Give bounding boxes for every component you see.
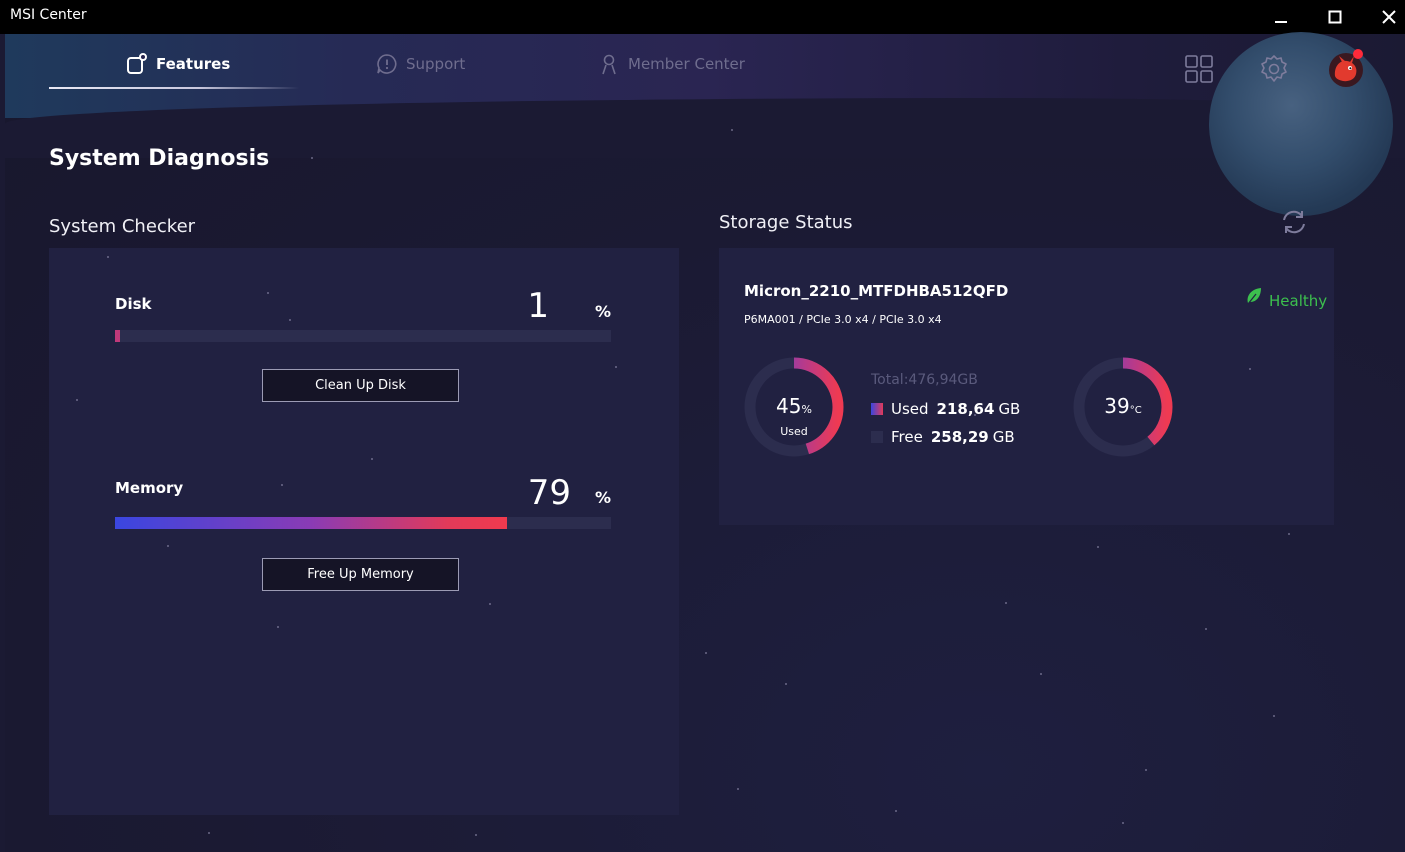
storage-panel: Micron_2210_MTFDHBA512QFD P6MA001 / PCIe… bbox=[719, 248, 1334, 525]
used-swatch bbox=[871, 403, 883, 415]
temperature-value: 39 bbox=[1104, 394, 1130, 418]
star bbox=[1145, 769, 1147, 771]
free-amount: 258,29 bbox=[930, 428, 989, 446]
support-icon bbox=[377, 54, 397, 74]
features-icon bbox=[127, 53, 147, 74]
apps-grid-button[interactable] bbox=[1182, 52, 1216, 86]
title-bar: MSI Center bbox=[0, 0, 1405, 34]
minimize-button[interactable] bbox=[1255, 0, 1307, 34]
tab-member-center[interactable]: Member Center bbox=[598, 52, 745, 76]
member-icon bbox=[602, 54, 616, 75]
system-checker-title: System Checker bbox=[49, 216, 196, 237]
star bbox=[281, 484, 283, 486]
tab-support[interactable]: Support bbox=[376, 52, 465, 76]
usage-readout: 45% bbox=[763, 394, 825, 418]
disk-unit: % bbox=[595, 302, 612, 321]
free-unit: GB bbox=[992, 428, 1015, 446]
star bbox=[615, 366, 617, 368]
leaf-icon bbox=[1247, 288, 1261, 305]
maximize-icon bbox=[1328, 10, 1342, 24]
star bbox=[289, 319, 291, 321]
temperature-readout: 39°C bbox=[1092, 394, 1154, 418]
used-label: Used bbox=[891, 400, 929, 418]
star bbox=[1097, 546, 1099, 548]
health-label: Healthy bbox=[1269, 292, 1328, 310]
used-unit: GB bbox=[998, 400, 1021, 418]
star bbox=[167, 545, 169, 547]
used-caption: Used bbox=[780, 425, 808, 438]
star bbox=[277, 626, 279, 628]
total-capacity: Total:476,94GB bbox=[871, 372, 978, 388]
star bbox=[737, 788, 739, 790]
drive-interface: P6MA001 / PCIe 3.0 x4 / PCIe 3.0 x4 bbox=[744, 313, 942, 326]
maximize-button[interactable] bbox=[1309, 0, 1361, 34]
memory-unit: % bbox=[595, 488, 612, 507]
disk-label: Disk bbox=[115, 295, 152, 313]
star bbox=[705, 652, 707, 654]
used-percent-value: 45 bbox=[776, 394, 802, 418]
used-amount: 218,64 bbox=[936, 400, 995, 418]
star bbox=[489, 603, 491, 605]
system-checker-panel: Disk 1 % Clean Up Disk Memory 79 % Free … bbox=[49, 248, 679, 815]
used-legend: Used 218,64 GB bbox=[871, 400, 1020, 418]
gear-icon bbox=[1261, 55, 1287, 82]
planet-decoration bbox=[1209, 32, 1393, 216]
tab-member-center-label: Member Center bbox=[628, 55, 745, 73]
tab-features[interactable]: Features bbox=[126, 52, 230, 76]
star bbox=[1205, 628, 1207, 630]
active-tab-underline bbox=[49, 87, 299, 89]
close-icon bbox=[1382, 10, 1396, 24]
star bbox=[895, 810, 897, 812]
star bbox=[267, 292, 269, 294]
star bbox=[475, 834, 477, 836]
memory-usage-track bbox=[115, 517, 611, 529]
free-swatch bbox=[871, 431, 883, 443]
memory-value: 79 bbox=[527, 473, 571, 513]
free-label: Free bbox=[891, 428, 923, 446]
star bbox=[76, 399, 78, 401]
notification-dot bbox=[1353, 49, 1363, 59]
refresh-button[interactable] bbox=[1280, 208, 1308, 236]
star bbox=[311, 157, 313, 159]
star bbox=[1273, 715, 1275, 717]
memory-label: Memory bbox=[115, 479, 184, 497]
disk-usage-track bbox=[115, 330, 611, 342]
star bbox=[1040, 673, 1042, 675]
window-title: MSI Center bbox=[10, 7, 87, 23]
app-content: Features Support Member Center System Di… bbox=[5, 32, 1405, 852]
star bbox=[731, 129, 733, 131]
tab-features-label: Features bbox=[156, 55, 231, 73]
storage-status-title: Storage Status bbox=[719, 212, 853, 233]
free-legend: Free 258,29 GB bbox=[871, 428, 1015, 446]
settings-button[interactable] bbox=[1257, 52, 1291, 86]
star bbox=[371, 458, 373, 460]
memory-usage-fill bbox=[115, 517, 507, 529]
disk-value: 1 bbox=[527, 286, 549, 326]
star bbox=[1249, 368, 1251, 370]
health-status: Healthy bbox=[1245, 282, 1327, 310]
free-up-memory-button[interactable]: Free Up Memory bbox=[262, 558, 459, 591]
star bbox=[1122, 822, 1124, 824]
star bbox=[208, 832, 210, 834]
minimize-icon bbox=[1275, 21, 1287, 23]
drive-name: Micron_2210_MTFDHBA512QFD bbox=[744, 282, 1009, 300]
close-button[interactable] bbox=[1363, 0, 1405, 34]
star bbox=[1288, 533, 1290, 535]
msi-center-window: MSI Center Features Support Member Cente… bbox=[0, 0, 1405, 852]
clean-up-disk-button[interactable]: Clean Up Disk bbox=[262, 369, 459, 402]
used-percent-unit: % bbox=[801, 403, 812, 416]
disk-usage-fill bbox=[115, 330, 120, 342]
tab-support-label: Support bbox=[406, 55, 466, 73]
grid-icon bbox=[1185, 55, 1213, 83]
star bbox=[107, 256, 109, 258]
star bbox=[1005, 602, 1007, 604]
star bbox=[785, 683, 787, 685]
temperature-unit: °C bbox=[1129, 405, 1142, 416]
page-title: System Diagnosis bbox=[49, 146, 270, 171]
